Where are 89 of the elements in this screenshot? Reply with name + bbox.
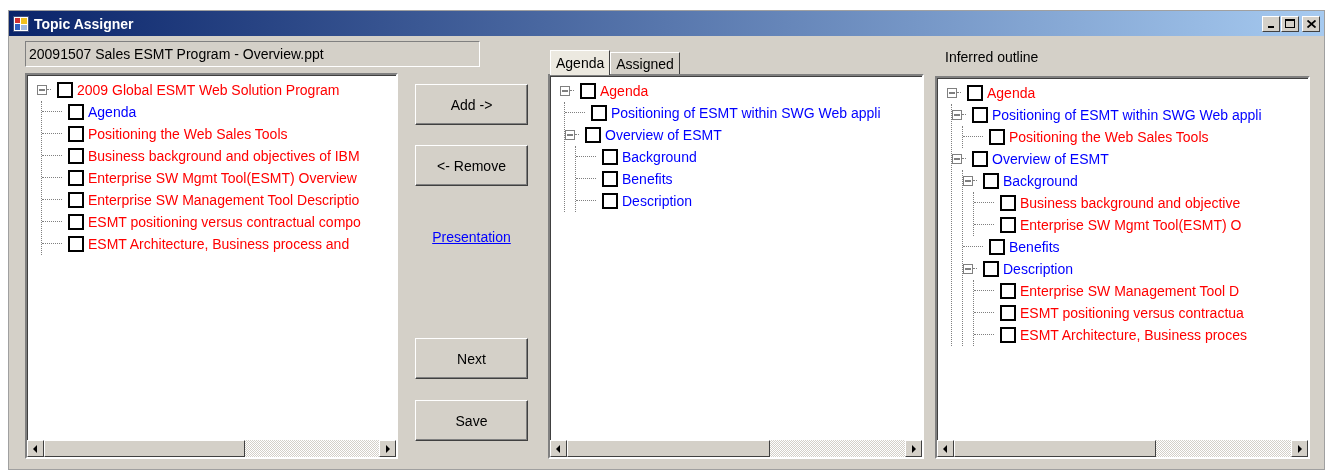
tree-item[interactable]: Agenda: [88, 104, 137, 120]
scroll-left-icon[interactable]: [937, 440, 954, 457]
tree-item[interactable]: Overview of ESMT: [992, 151, 1109, 167]
app-icon: [13, 15, 29, 32]
scroll-right-icon[interactable]: [379, 440, 396, 457]
checkbox[interactable]: [1000, 283, 1016, 299]
tree-item[interactable]: Agenda: [987, 85, 1036, 101]
tree-item[interactable]: Business background and objective: [1020, 195, 1241, 211]
collapse-icon[interactable]: [565, 130, 575, 140]
tree-item[interactable]: Background: [1003, 173, 1078, 189]
horizontal-scrollbar[interactable]: [550, 440, 922, 457]
tree-item[interactable]: ESMT Architecture, Business proces: [1020, 327, 1247, 343]
checkbox[interactable]: [68, 126, 84, 142]
close-icon: [1306, 19, 1316, 28]
checkbox[interactable]: [585, 127, 601, 143]
collapse-icon[interactable]: [963, 176, 973, 186]
checkbox[interactable]: [68, 104, 84, 120]
tab[interactable]: Agenda: [550, 50, 611, 75]
maximize-button[interactable]: [1281, 15, 1299, 32]
collapse-icon[interactable]: [560, 86, 570, 96]
checkbox[interactable]: [972, 151, 988, 167]
tree-item[interactable]: Overview of ESMT: [605, 127, 722, 143]
collapse-icon[interactable]: [947, 88, 957, 98]
presentation-link[interactable]: Presentation: [432, 229, 511, 245]
tree-item[interactable]: Enterprise SW Mgmt Tool(ESMT) Overview: [88, 170, 357, 186]
action-button[interactable]: Save: [415, 400, 528, 441]
horizontal-scrollbar[interactable]: [27, 440, 396, 457]
tree-item[interactable]: Enterprise SW Management Tool Descriptio: [88, 192, 360, 208]
maximize-icon: [1285, 19, 1295, 28]
checkbox[interactable]: [1000, 195, 1016, 211]
checkbox[interactable]: [1000, 305, 1016, 321]
action-button[interactable]: Add ->: [415, 84, 528, 125]
checkbox[interactable]: [57, 82, 73, 98]
checkbox[interactable]: [68, 148, 84, 164]
scrollbar-thumb[interactable]: [954, 440, 1157, 457]
scrollbar-thumb[interactable]: [44, 440, 245, 457]
tree-item[interactable]: Benefits: [1009, 239, 1060, 255]
minimize-icon: [1268, 25, 1274, 28]
tree-item[interactable]: Background: [622, 149, 697, 165]
tree-item[interactable]: Positioning of ESMT within SWG Web appli: [611, 105, 881, 121]
checkbox[interactable]: [983, 173, 999, 189]
collapse-icon[interactable]: [952, 154, 962, 164]
checkbox[interactable]: [591, 105, 607, 121]
checkbox[interactable]: [580, 83, 596, 99]
checkbox[interactable]: [1000, 217, 1016, 233]
tree-item[interactable]: Business background and objectives of IBM: [88, 148, 360, 164]
tree-item[interactable]: Description: [1003, 261, 1074, 277]
checkbox[interactable]: [967, 85, 983, 101]
scroll-right-icon[interactable]: [905, 440, 922, 457]
checkbox[interactable]: [68, 236, 84, 252]
minimize-button[interactable]: [1262, 15, 1280, 32]
scroll-left-icon[interactable]: [550, 440, 567, 457]
tree-item[interactable]: Enterprise SW Mgmt Tool(ESMT) O: [1020, 217, 1242, 233]
tree-item[interactable]: Positioning the Web Sales Tools: [1009, 129, 1209, 145]
scrollbar-thumb[interactable]: [567, 440, 770, 457]
tree-item[interactable]: Benefits: [622, 171, 673, 187]
panel-label: Inferred outline: [944, 49, 1040, 67]
collapse-icon[interactable]: [963, 264, 973, 274]
checkbox[interactable]: [68, 170, 84, 186]
file-name-field[interactable]: 20091507 Sales ESMT Program - Overview.ppt: [25, 41, 480, 67]
tree-item[interactable]: Agenda: [600, 83, 649, 99]
checkbox[interactable]: [983, 261, 999, 277]
action-button[interactable]: <- Remove: [415, 145, 528, 186]
tree-item[interactable]: Description: [622, 193, 693, 209]
horizontal-scrollbar[interactable]: [937, 440, 1308, 457]
scroll-left-icon[interactable]: [27, 440, 44, 457]
checkbox[interactable]: [989, 129, 1005, 145]
checkbox[interactable]: [602, 171, 618, 187]
action-button[interactable]: Next: [415, 338, 528, 379]
tree-item[interactable]: Positioning the Web Sales Tools: [88, 126, 288, 142]
scroll-right-icon[interactable]: [1291, 440, 1308, 457]
checkbox[interactable]: [68, 214, 84, 230]
checkbox[interactable]: [1000, 327, 1016, 343]
tab[interactable]: Assigned: [610, 52, 680, 74]
tree-item[interactable]: 2009 Global ESMT Web Solution Program: [77, 82, 340, 98]
tree-item[interactable]: ESMT positioning versus contractual compo: [88, 214, 361, 230]
window-title: Topic Assigner: [34, 15, 135, 32]
tree-item[interactable]: Positioning of ESMT within SWG Web appli: [992, 107, 1262, 123]
checkbox[interactable]: [602, 193, 618, 209]
tree-item[interactable]: ESMT Architecture, Business process and: [88, 236, 350, 252]
tree-item[interactable]: Enterprise SW Management Tool D: [1020, 283, 1240, 299]
checkbox[interactable]: [989, 239, 1005, 255]
tree-item[interactable]: ESMT positioning versus contractua: [1020, 305, 1244, 321]
collapse-icon[interactable]: [952, 110, 962, 120]
checkbox[interactable]: [602, 149, 618, 165]
checkbox[interactable]: [68, 192, 84, 208]
collapse-icon[interactable]: [37, 85, 47, 95]
close-button[interactable]: [1302, 15, 1320, 32]
checkbox[interactable]: [972, 107, 988, 123]
